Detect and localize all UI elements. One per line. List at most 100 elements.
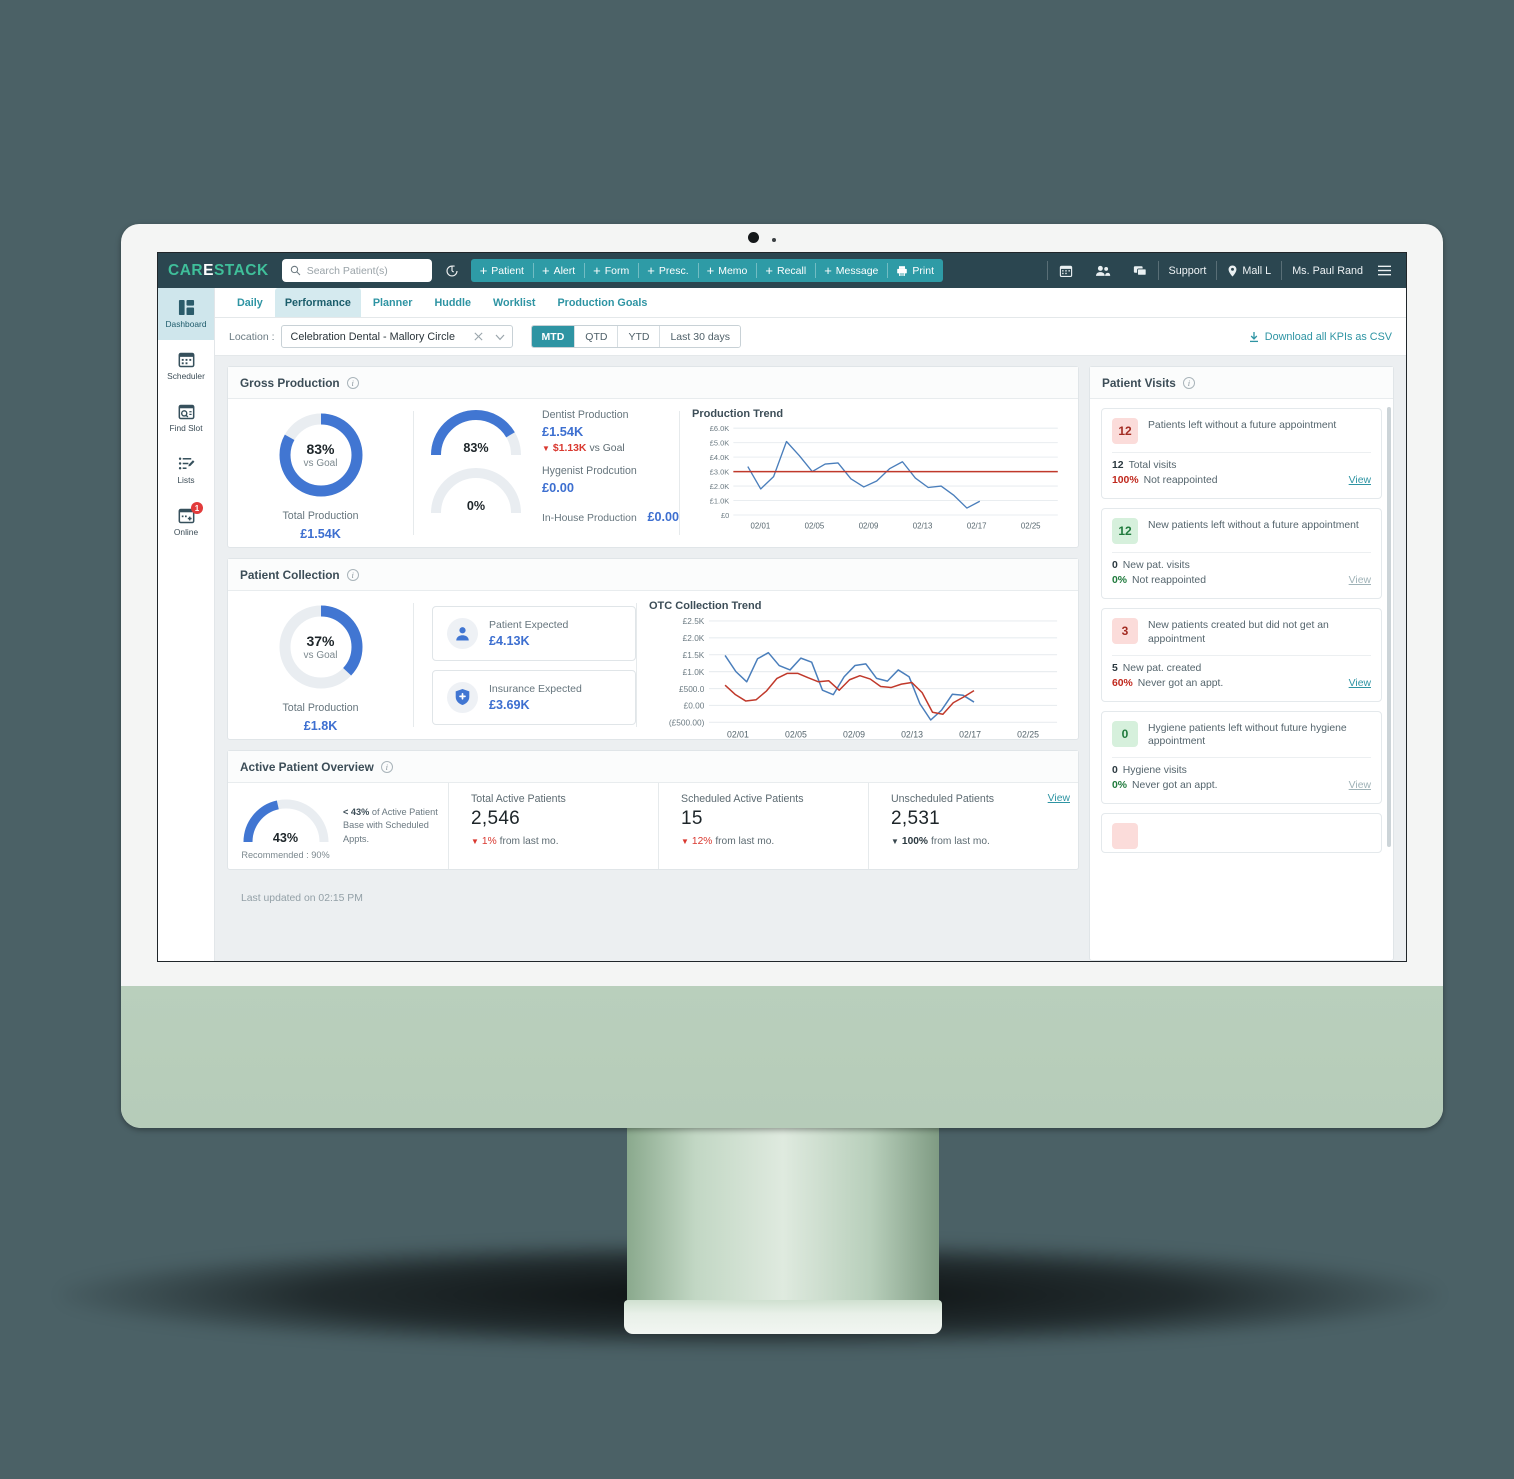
tab-planner[interactable]: Planner: [363, 288, 423, 317]
close-icon[interactable]: [473, 331, 484, 342]
tab-performance[interactable]: Performance: [274, 288, 361, 317]
range-last-30-days[interactable]: Last 30 days: [660, 326, 741, 347]
quick-actions-bar: + Patient + Alert + Form + Presc. + Memo + Rec…: [470, 259, 943, 282]
calendar-search-icon: [178, 403, 195, 420]
svg-text:£1.0K: £1.0K: [710, 496, 729, 505]
active-patient-recommended: Recommended : 90%: [241, 849, 330, 860]
download-kpis-csv-link[interactable]: Download all KPIs as CSV: [1248, 331, 1392, 343]
scrollbar[interactable]: [1387, 407, 1391, 847]
metric-delta: ▼ 12% from last mo.: [681, 836, 868, 847]
person-icon: [447, 617, 478, 649]
insurance-expected-text: Insurance Expected £3.69K: [489, 683, 582, 712]
insurance-expected-tile[interactable]: Insurance Expected £3.69K: [432, 669, 636, 725]
list-item-description: New patients left without a future appoi…: [1148, 520, 1359, 531]
list-item[interactable]: 0 Hygiene patients left without future h…: [1101, 710, 1382, 805]
otc-collection-chart-cell: OTC Collection Trend (£500.00) £0.00 £500.…: [637, 591, 1078, 739]
user-menu[interactable]: Ms. Paul Rand: [1282, 265, 1373, 277]
info-icon[interactable]: i: [380, 760, 393, 773]
add-message-button[interactable]: + Message: [815, 259, 887, 282]
list-item[interactable]: 3 New patients created but did not get a…: [1101, 608, 1382, 702]
support-link[interactable]: Support: [1159, 265, 1217, 277]
stat-value: 60%: [1112, 677, 1133, 689]
gross-production-percent: 83%: [306, 441, 335, 457]
active-patient-note: < 43% of Active Patient Base with Schedu…: [343, 783, 448, 869]
dashboard-main-column: Gross Production i 83% vs Goal Total Pro…: [227, 366, 1079, 961]
info-icon[interactable]: i: [1182, 376, 1195, 389]
plus-icon: +: [824, 263, 832, 278]
add-patient-button[interactable]: + Patient: [471, 259, 533, 282]
download-kpis-csv-label: Download all KPIs as CSV: [1264, 330, 1392, 343]
support-label: Support: [1168, 264, 1207, 277]
stat-value: 0%: [1112, 780, 1128, 792]
add-prescription-button[interactable]: + Presc.: [638, 259, 697, 282]
location-select-value: Celebration Dental - Mallory Circle: [290, 330, 455, 343]
unscheduled-patients-view-link[interactable]: View: [1048, 793, 1070, 804]
view-link[interactable]: View: [1349, 475, 1371, 486]
hamburger-icon[interactable]: [1373, 264, 1400, 277]
list-item[interactable]: 12 New patients left without a future ap…: [1101, 508, 1382, 599]
view-link[interactable]: View: [1349, 678, 1371, 689]
sidebar-item-online[interactable]: 1 Online: [158, 496, 214, 548]
add-memo-button[interactable]: + Memo: [697, 259, 757, 282]
sidebar-item-dashboard[interactable]: Dashboard: [158, 288, 214, 340]
people-icon[interactable]: [1084, 264, 1122, 278]
stat-value: 0%: [1112, 575, 1128, 586]
add-form-button[interactable]: + Form: [584, 259, 638, 282]
tab-daily[interactable]: Daily: [227, 288, 273, 317]
svg-text:02/13: 02/13: [913, 521, 933, 530]
patient-expected-tile[interactable]: Patient Expected £4.13K: [432, 605, 636, 661]
search-box[interactable]: [281, 259, 432, 282]
dentist-production-delta: ▼ $1.13K vs Goal: [542, 443, 679, 454]
tab-huddle[interactable]: Huddle: [424, 288, 481, 317]
location-select[interactable]: Celebration Dental - Mallory Circle: [280, 325, 513, 348]
info-icon[interactable]: i: [346, 376, 359, 389]
patient-expected-text: Patient Expected £4.13K: [489, 619, 568, 648]
view-link[interactable]: View: [1349, 575, 1371, 586]
active-patient-gauge-percent: 43%: [272, 830, 299, 845]
online-notification-badge: 1: [191, 502, 203, 514]
location-selector[interactable]: Mall L: [1217, 265, 1281, 277]
inhouse-production-value: £0.00: [647, 510, 679, 524]
list-item-description: Hygiene patients left without future hyg…: [1148, 722, 1347, 748]
view-link[interactable]: View: [1349, 780, 1371, 791]
unscheduled-patients-metric: Unscheduled Patients 2,531 ▼ 100% from l…: [868, 783, 1078, 869]
down-triangle-icon: ▼: [891, 837, 899, 846]
sidebar-item-lists[interactable]: Lists: [158, 444, 214, 496]
metric-delta-suffix: from last mo.: [715, 836, 775, 847]
date-range-toggle: MTD QTD YTD Last 30 days: [530, 325, 742, 348]
range-mtd[interactable]: MTD: [531, 326, 576, 347]
print-button[interactable]: Print: [887, 259, 943, 282]
search-input[interactable]: [306, 264, 424, 277]
list-item[interactable]: [1101, 813, 1382, 854]
tab-worklist[interactable]: Worklist: [483, 288, 545, 317]
action-label: Patient: [491, 264, 524, 277]
download-icon: [1248, 331, 1260, 343]
printer-icon: [896, 265, 908, 277]
insurance-expected-label: Insurance Expected: [489, 682, 582, 695]
list-item-stat-secondary: 0% Not reappointed View: [1112, 575, 1371, 586]
chat-icon[interactable]: [1122, 264, 1158, 278]
add-alert-button[interactable]: + Alert: [532, 259, 584, 282]
plus-icon: +: [479, 263, 488, 278]
hygenist-production-value: £0.00: [542, 480, 575, 495]
range-ytd[interactable]: YTD: [618, 326, 661, 347]
down-triangle-icon: ▼: [471, 837, 479, 846]
recent-history-icon[interactable]: [445, 264, 459, 278]
carestack-logo[interactable]: CARESTACK: [168, 262, 269, 280]
active-patient-overview-title: Active Patient Overview: [240, 759, 374, 774]
calendar-icon[interactable]: [1048, 264, 1084, 278]
patient-visits-card: Patient Visits i 12 Patients left withou…: [1089, 366, 1394, 961]
add-recall-button[interactable]: + Recall: [756, 259, 815, 282]
gross-production-donut: 83% vs Goal: [275, 409, 367, 501]
dentist-production-value: £1.54K: [542, 424, 584, 439]
sidebar-item-scheduler[interactable]: Scheduler: [158, 340, 214, 392]
tab-production-goals[interactable]: Production Goals: [547, 288, 657, 317]
plus-icon: +: [541, 263, 550, 278]
range-qtd[interactable]: QTD: [575, 326, 619, 347]
list-item[interactable]: 12 Patients left without a future appoin…: [1101, 408, 1382, 499]
svg-text:02/25: 02/25: [1017, 729, 1039, 739]
chevron-down-icon[interactable]: [494, 331, 506, 343]
sidebar-item-find-slot[interactable]: Find Slot: [158, 392, 214, 444]
info-icon[interactable]: i: [346, 568, 359, 581]
svg-text:02/17: 02/17: [967, 521, 987, 530]
